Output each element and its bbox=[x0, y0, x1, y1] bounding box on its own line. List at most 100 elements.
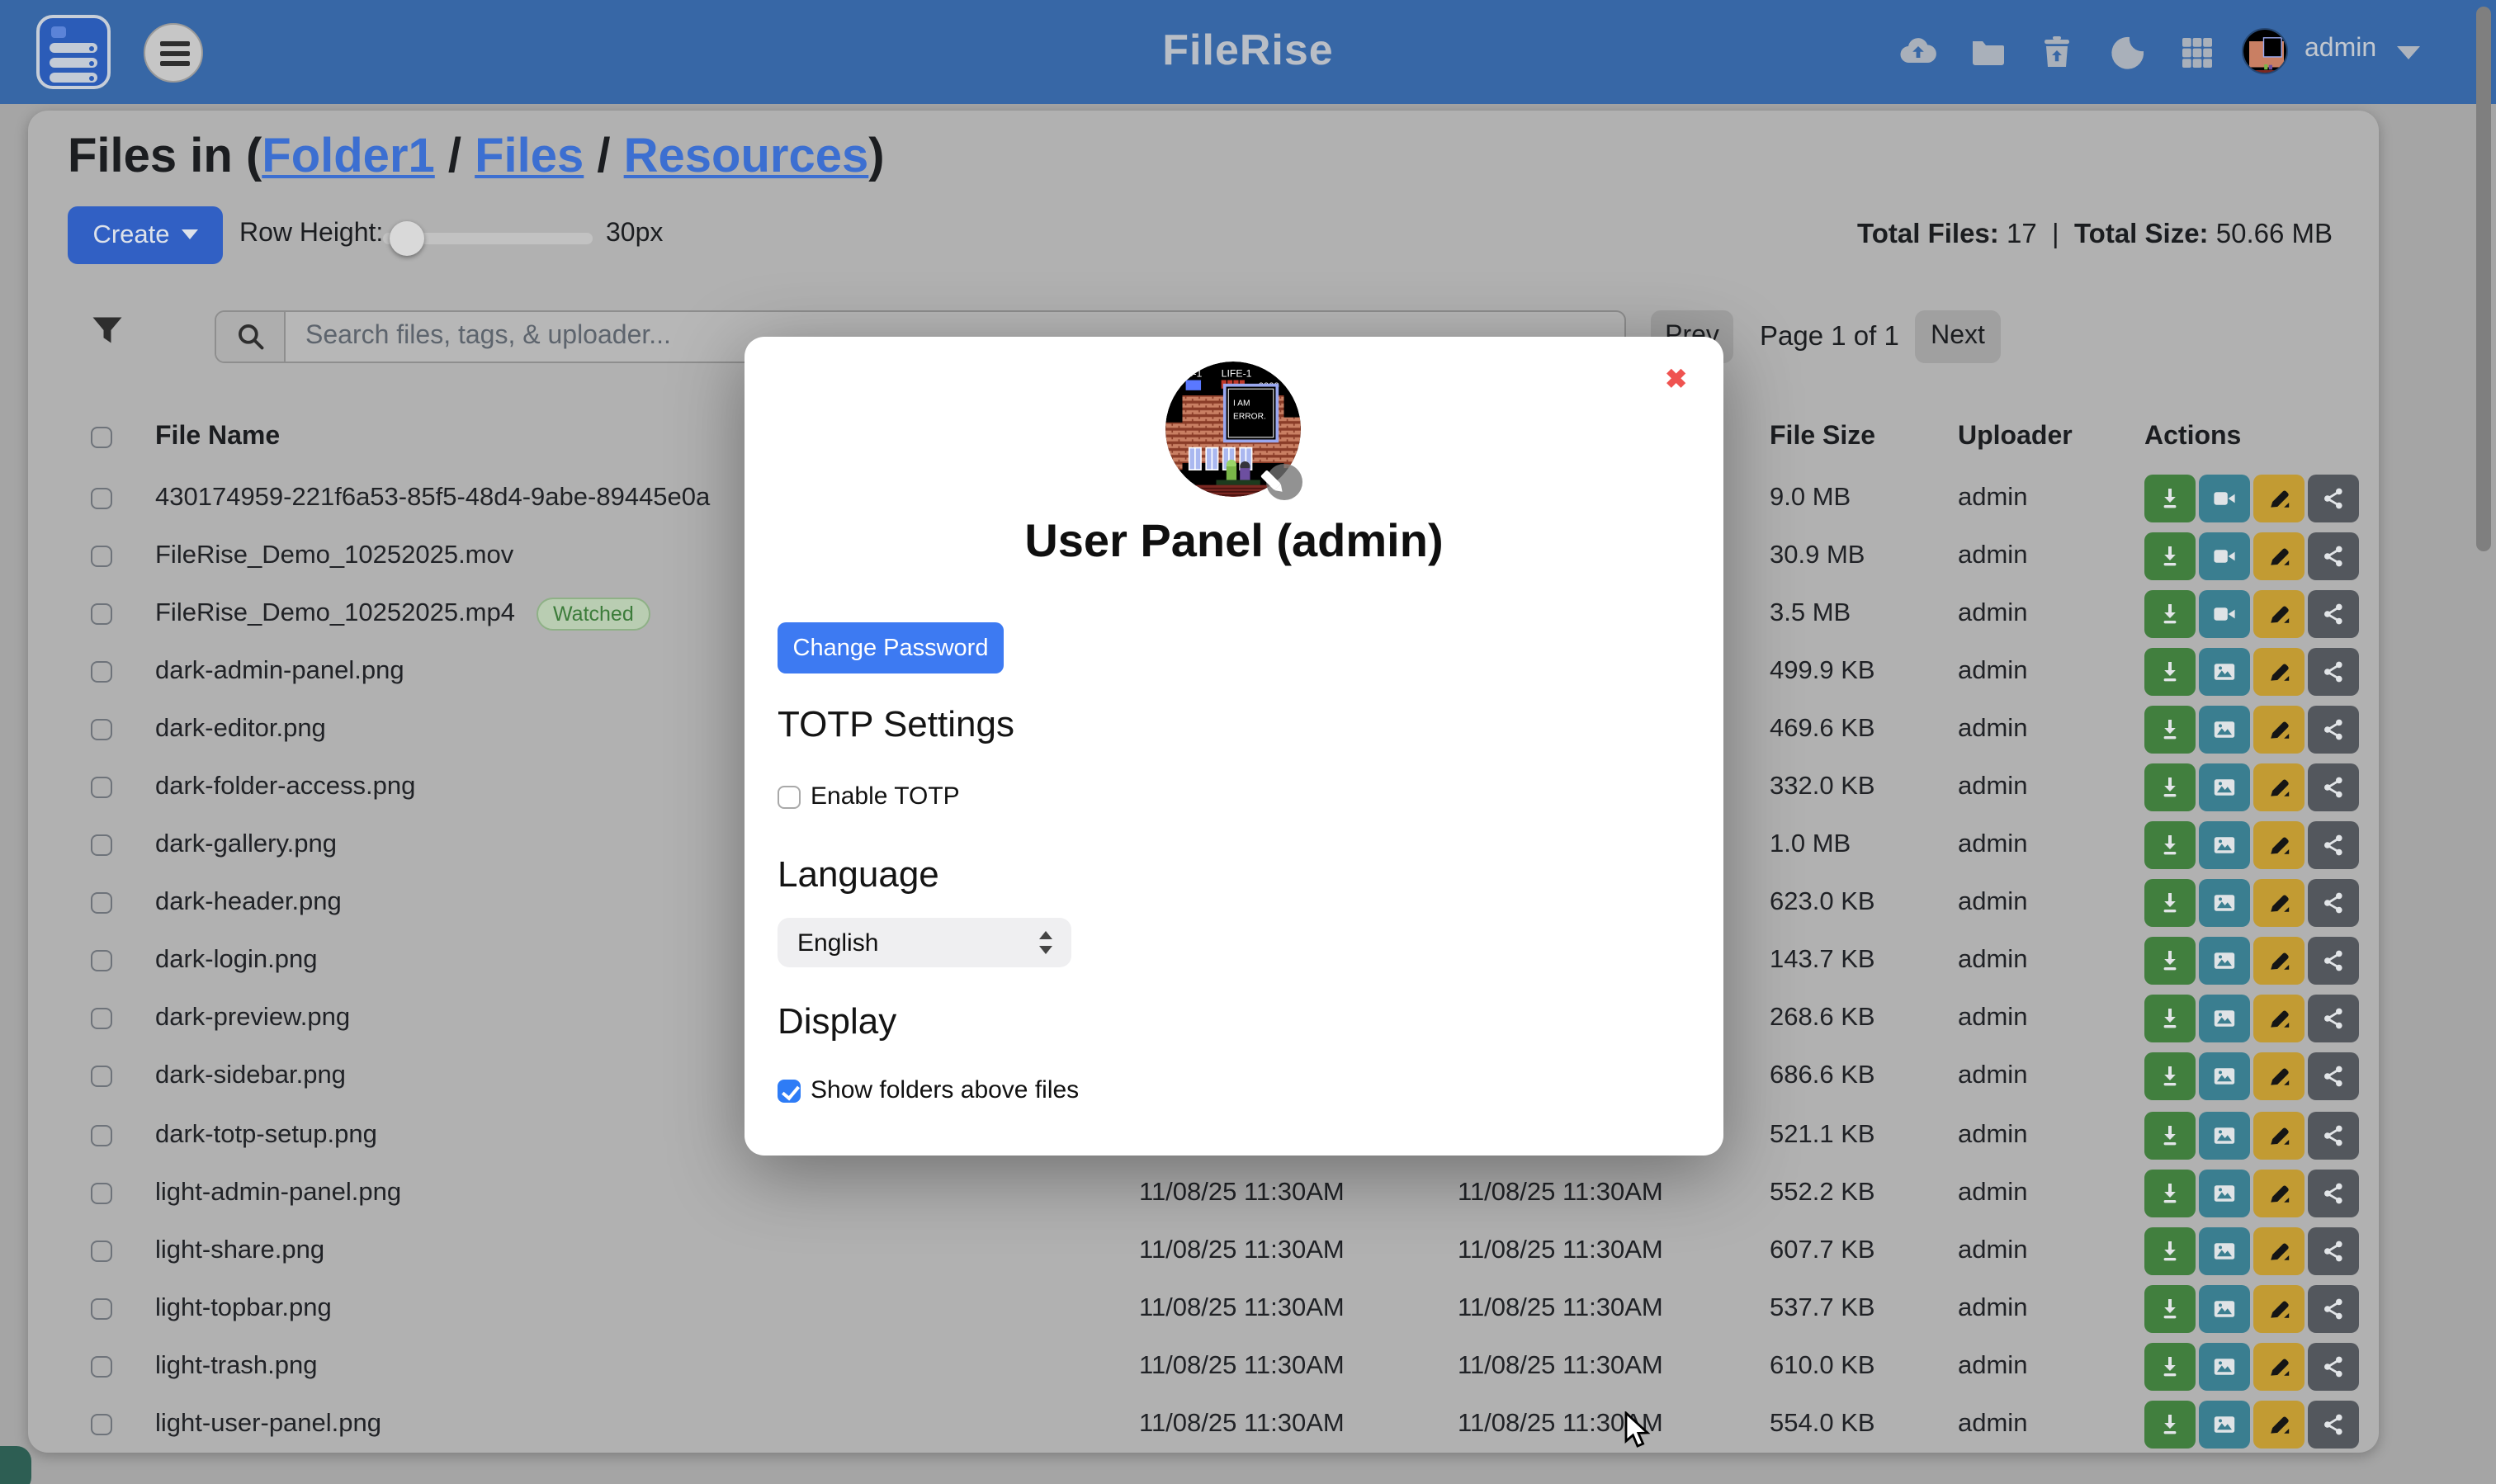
trash-restore-icon[interactable] bbox=[2037, 33, 2077, 73]
download-button[interactable] bbox=[2144, 763, 2196, 811]
preview-image-button[interactable] bbox=[2199, 763, 2250, 811]
preview-image-button[interactable] bbox=[2199, 879, 2250, 927]
row-checkbox[interactable] bbox=[91, 834, 112, 856]
row-checkbox[interactable] bbox=[91, 777, 112, 798]
share-button[interactable] bbox=[2308, 938, 2359, 985]
preview-image-button[interactable] bbox=[2199, 648, 2250, 696]
share-button[interactable] bbox=[2308, 995, 2359, 1043]
language-select[interactable]: English bbox=[778, 918, 1071, 967]
download-button[interactable] bbox=[2144, 474, 2196, 522]
share-button[interactable] bbox=[2308, 706, 2359, 754]
edit-button[interactable] bbox=[2253, 1227, 2305, 1275]
filter-icon[interactable] bbox=[91, 315, 124, 357]
download-button[interactable] bbox=[2144, 995, 2196, 1043]
download-button[interactable] bbox=[2144, 1401, 2196, 1449]
header-uploader[interactable]: Uploader bbox=[1958, 423, 2073, 452]
download-button[interactable] bbox=[2144, 1053, 2196, 1101]
share-button[interactable] bbox=[2308, 1343, 2359, 1391]
edit-button[interactable] bbox=[2253, 938, 2305, 985]
file-name[interactable]: dark-login.png bbox=[155, 947, 317, 976]
breadcrumb-link-folder1[interactable]: Folder1 bbox=[262, 130, 435, 183]
share-button[interactable] bbox=[2308, 1401, 2359, 1449]
share-button[interactable] bbox=[2308, 474, 2359, 522]
preview-image-button[interactable] bbox=[2199, 1053, 2250, 1101]
row-checkbox[interactable] bbox=[91, 603, 112, 624]
share-button[interactable] bbox=[2308, 589, 2359, 637]
scrollbar-thumb[interactable] bbox=[2476, 7, 2491, 551]
download-button[interactable] bbox=[2144, 1169, 2196, 1217]
row-checkbox[interactable] bbox=[91, 1356, 112, 1378]
edit-button[interactable] bbox=[2253, 1169, 2305, 1217]
share-button[interactable] bbox=[2308, 879, 2359, 927]
edit-button[interactable] bbox=[2253, 1401, 2305, 1449]
preview-image-button[interactable] bbox=[2199, 706, 2250, 754]
share-button[interactable] bbox=[2308, 1227, 2359, 1275]
share-button[interactable] bbox=[2308, 532, 2359, 579]
edit-button[interactable] bbox=[2253, 879, 2305, 927]
preview-image-button[interactable] bbox=[2199, 1227, 2250, 1275]
preview-image-button[interactable] bbox=[2199, 1343, 2250, 1391]
preview-image-button[interactable] bbox=[2199, 938, 2250, 985]
close-icon[interactable]: ✖ bbox=[1665, 363, 1687, 396]
edit-button[interactable] bbox=[2253, 648, 2305, 696]
file-name[interactable]: dark-admin-panel.png bbox=[155, 657, 404, 687]
share-button[interactable] bbox=[2308, 1111, 2359, 1159]
file-name[interactable]: dark-totp-setup.png bbox=[155, 1120, 377, 1150]
file-name[interactable]: dark-editor.png bbox=[155, 715, 326, 744]
file-name[interactable]: FileRise_Demo_10252025.mp4 bbox=[155, 598, 515, 628]
enable-totp-checkbox[interactable] bbox=[778, 785, 801, 808]
slider-thumb[interactable] bbox=[390, 221, 424, 256]
row-checkbox[interactable] bbox=[91, 1182, 112, 1203]
row-checkbox[interactable] bbox=[91, 951, 112, 972]
next-page-button[interactable]: Next bbox=[1915, 310, 2001, 363]
show-folders-checkbox[interactable] bbox=[778, 1079, 801, 1102]
row-checkbox[interactable] bbox=[91, 1009, 112, 1030]
preview-video-button[interactable] bbox=[2199, 532, 2250, 579]
upload-icon[interactable] bbox=[1898, 33, 1938, 73]
download-button[interactable] bbox=[2144, 532, 2196, 579]
row-checkbox[interactable] bbox=[91, 1066, 112, 1088]
edit-button[interactable] bbox=[2253, 1343, 2305, 1391]
file-name[interactable]: FileRise_Demo_10252025.mov bbox=[155, 541, 513, 570]
file-name[interactable]: light-user-panel.png bbox=[155, 1410, 381, 1439]
share-button[interactable] bbox=[2308, 763, 2359, 811]
preview-image-button[interactable] bbox=[2199, 1169, 2250, 1217]
user-avatar[interactable] bbox=[2242, 28, 2288, 74]
create-button[interactable]: Create bbox=[68, 206, 223, 264]
file-name[interactable]: dark-header.png bbox=[155, 888, 342, 918]
row-checkbox[interactable] bbox=[91, 719, 112, 740]
row-checkbox[interactable] bbox=[91, 1241, 112, 1262]
row-checkbox[interactable] bbox=[91, 545, 112, 566]
file-name[interactable]: light-admin-panel.png bbox=[155, 1178, 401, 1208]
download-button[interactable] bbox=[2144, 589, 2196, 637]
grid-view-icon[interactable] bbox=[2177, 33, 2217, 73]
download-button[interactable] bbox=[2144, 648, 2196, 696]
preview-image-button[interactable] bbox=[2199, 1285, 2250, 1333]
row-checkbox[interactable] bbox=[91, 1298, 112, 1320]
row-height-slider[interactable] bbox=[383, 233, 593, 244]
file-name[interactable]: dark-sidebar.png bbox=[155, 1062, 346, 1092]
download-button[interactable] bbox=[2144, 1343, 2196, 1391]
dark-mode-moon-icon[interactable] bbox=[2108, 33, 2148, 73]
edit-button[interactable] bbox=[2253, 589, 2305, 637]
row-checkbox[interactable] bbox=[91, 661, 112, 683]
header-file-name[interactable]: File Name bbox=[155, 423, 280, 452]
preview-image-button[interactable] bbox=[2199, 1111, 2250, 1159]
header-file-size[interactable]: File Size bbox=[1770, 423, 1875, 452]
row-checkbox[interactable] bbox=[91, 1124, 112, 1146]
row-checkbox[interactable] bbox=[91, 487, 112, 508]
change-password-button[interactable]: Change Password bbox=[778, 622, 1004, 673]
share-button[interactable] bbox=[2308, 1285, 2359, 1333]
row-checkbox[interactable] bbox=[91, 892, 112, 914]
edit-button[interactable] bbox=[2253, 995, 2305, 1043]
user-menu-caret-icon[interactable] bbox=[2397, 46, 2420, 59]
download-button[interactable] bbox=[2144, 879, 2196, 927]
file-name[interactable]: light-topbar.png bbox=[155, 1294, 332, 1324]
breadcrumb-link-files[interactable]: Files bbox=[475, 130, 584, 183]
edit-button[interactable] bbox=[2253, 706, 2305, 754]
avatar-edit-pencil-icon[interactable] bbox=[1260, 457, 1306, 503]
file-name[interactable]: light-share.png bbox=[155, 1236, 324, 1266]
select-all-checkbox[interactable] bbox=[91, 427, 112, 448]
download-button[interactable] bbox=[2144, 1111, 2196, 1159]
preview-image-button[interactable] bbox=[2199, 995, 2250, 1043]
